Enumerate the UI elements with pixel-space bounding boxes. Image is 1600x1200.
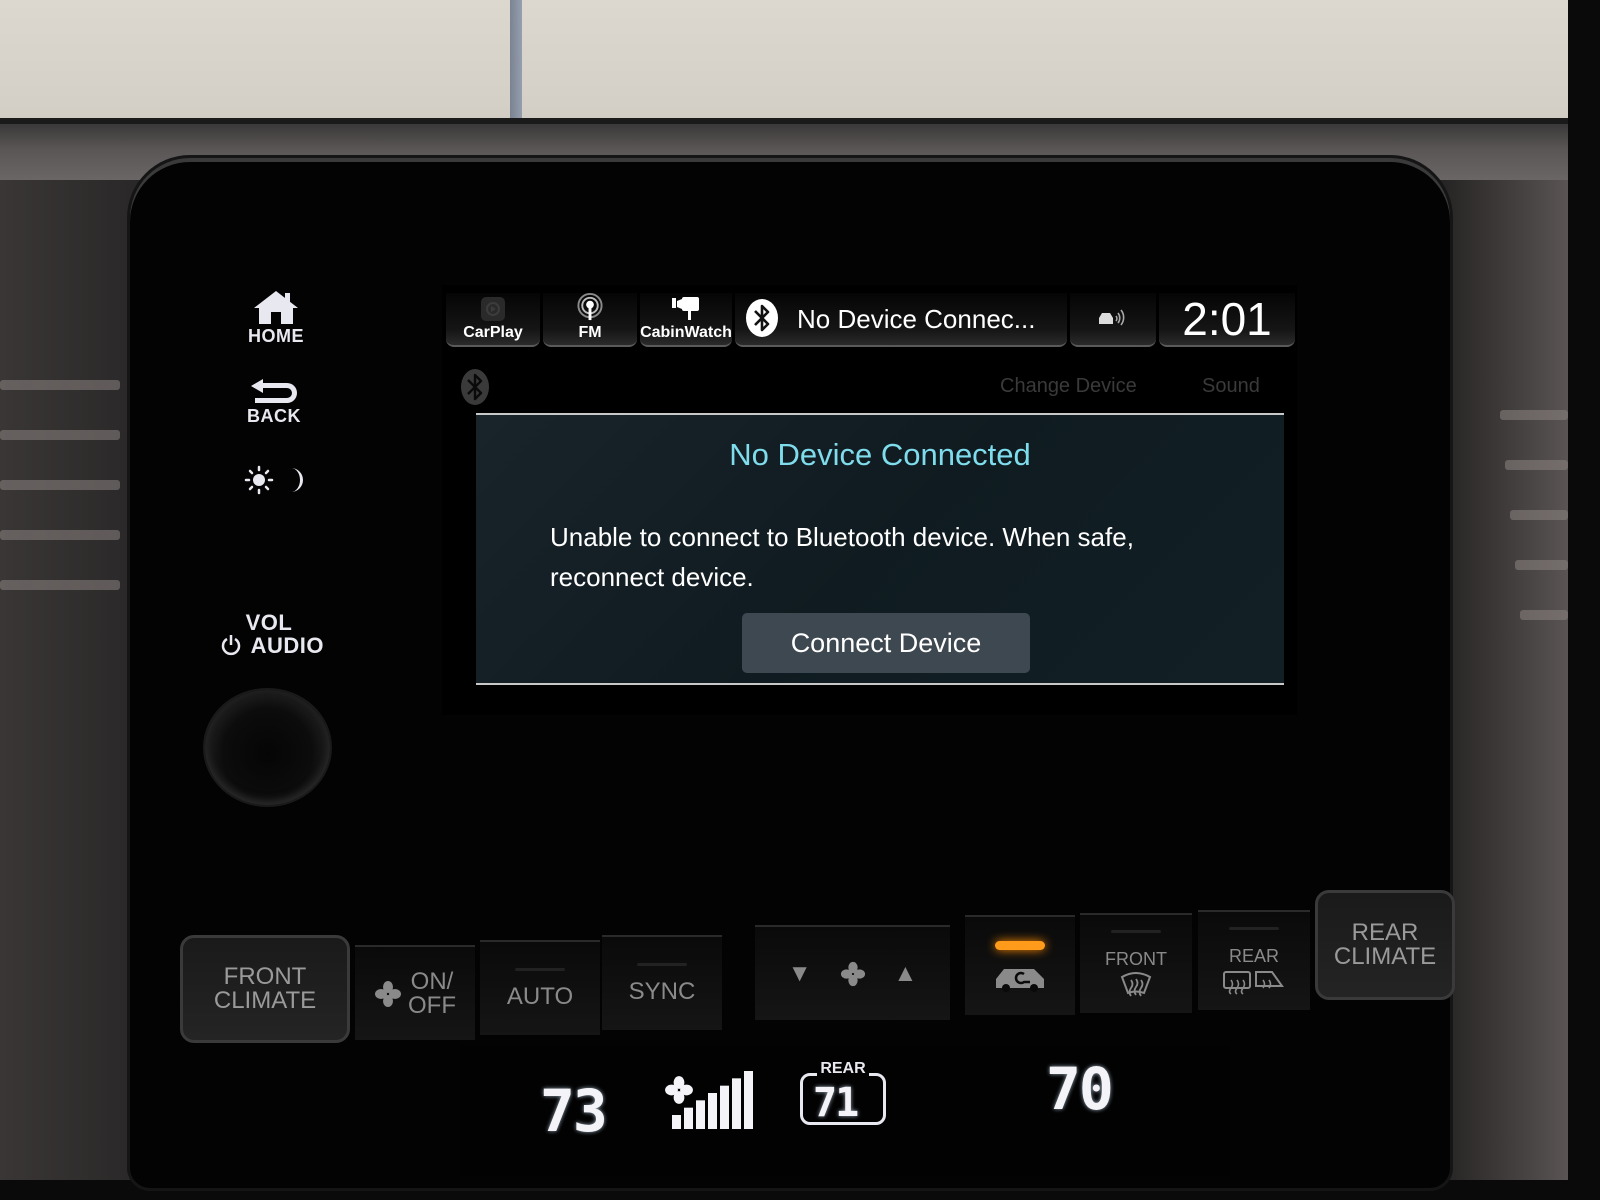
fan-speed-bar: [708, 1093, 717, 1129]
front-climate-line1: FRONT: [223, 963, 307, 990]
fan-icon: [840, 961, 865, 986]
carplay-icon: [481, 297, 505, 321]
source-fm-button[interactable]: FM: [543, 293, 637, 347]
rear-temperature-box: REAR 71: [800, 1060, 886, 1126]
front-defrost-icon: [1120, 971, 1152, 997]
front-climate-button[interactable]: FRONT CLIMATE: [180, 935, 350, 1043]
fan-icon: [375, 980, 401, 1007]
connect-device-button[interactable]: Connect Device: [742, 613, 1030, 673]
rear-defrost-label: REAR: [1228, 945, 1279, 966]
source-label: CabinWatch: [640, 324, 732, 341]
dialog-message: Unable to connect to Bluetooth device. W…: [550, 522, 1134, 592]
air-vent-slat: [0, 580, 120, 590]
status-bar: CarPlay FM CabinWatch No Device Connec..…: [446, 293, 1295, 349]
audio-status-button[interactable]: No Device Connec...: [735, 293, 1067, 347]
sound-button[interactable]: Sound: [1202, 375, 1260, 398]
air-vent-slat: [1505, 460, 1568, 470]
source-carplay-button[interactable]: CarPlay: [446, 293, 540, 347]
source-cabinwatch-button[interactable]: CabinWatch: [640, 293, 732, 347]
recirculation-button[interactable]: [965, 915, 1075, 1015]
recirculation-car-icon: [996, 968, 1044, 992]
driver-temperature: 73: [540, 1077, 608, 1145]
bluetooth-icon: [461, 369, 489, 405]
fan-speed-bar: [696, 1100, 705, 1129]
auto-label: AUTO: [506, 983, 574, 1010]
fan-speed-down-button[interactable]: ▼: [788, 961, 812, 986]
rear-temperature: 71: [813, 1080, 859, 1126]
volume-knob[interactable]: [205, 690, 330, 805]
power-icon: [222, 635, 241, 656]
front-climate-line2: CLIMATE: [213, 987, 317, 1014]
air-vent-slat: [0, 530, 120, 540]
air-vent-slat: [1500, 410, 1568, 420]
home-label: HOME: [248, 326, 304, 346]
auto-indicator: [515, 968, 565, 971]
air-vent-slat: [0, 430, 120, 440]
rear-defrost-icon: [1223, 970, 1284, 995]
infotainment-screen: CarPlay FM CabinWatch No Device Connec..…: [442, 285, 1297, 715]
fan-speed-bar: [732, 1078, 741, 1129]
no-device-dialog: No Device Connected Unable to connect to…: [476, 413, 1284, 685]
front-defrost-label: FRONT: [1105, 948, 1167, 969]
air-vent-slat: [0, 480, 120, 490]
day-night-button[interactable]: [240, 465, 308, 497]
fan-speed-bar: [672, 1115, 681, 1129]
front-defrost-button[interactable]: FRONT: [1080, 913, 1192, 1013]
air-vent-slat: [1510, 510, 1568, 520]
fan-speed-bar: [720, 1085, 729, 1129]
bluetooth-audio-subbar: Change Device Sound: [442, 363, 1297, 407]
fan-speed-bar: [684, 1107, 693, 1129]
sync-indicator: [637, 963, 687, 966]
auto-button[interactable]: AUTO: [480, 940, 600, 1035]
car-signal-icon: [1099, 309, 1125, 325]
sun-moon-icon: [244, 465, 303, 495]
back-label: BACK: [247, 406, 301, 426]
connectivity-status[interactable]: [1070, 293, 1156, 347]
vol-audio-label: VOL AUDIO: [214, 612, 324, 658]
dialog-title: No Device Connected: [729, 437, 1031, 472]
back-arrow-icon: [251, 379, 297, 403]
fan-on-off-line2: OFF: [408, 991, 456, 1019]
rear-climate-line2: CLIMATE: [1333, 943, 1437, 970]
climate-display: 73 REAR 71 70: [460, 1045, 1230, 1176]
rear-climate-line1: REAR: [1351, 919, 1419, 946]
audio-status-text: No Device Connec...: [797, 303, 1036, 334]
air-vent-slat: [1520, 610, 1568, 620]
fan-on-off-text: ON/ OFF: [408, 967, 456, 1019]
rear-label: REAR: [817, 1060, 869, 1078]
front-defrost-indicator: [1111, 929, 1161, 933]
change-device-button[interactable]: Change Device: [1000, 375, 1137, 398]
rear-defrost-button[interactable]: REAR: [1198, 910, 1310, 1010]
fan-speed-rocker: ▼ ▲: [755, 925, 950, 1020]
background-pillar: [510, 0, 522, 125]
audio-label-row: AUDIO: [214, 634, 324, 658]
clock[interactable]: 2:01: [1159, 293, 1295, 347]
fm-radio-icon: [577, 293, 603, 321]
climate-control-panel: FRONT CLIMATE ON/ OFF AUTO SYNC ▼ ▲ FRON…: [170, 890, 1460, 1045]
air-vent-slat: [0, 380, 120, 390]
sync-label: SYNC: [628, 978, 696, 1005]
air-vent-slat: [1515, 560, 1568, 570]
audio-label: AUDIO: [250, 633, 324, 658]
fan-speed-bar: [744, 1071, 753, 1129]
fan-on-off-button[interactable]: ON/ OFF: [355, 945, 475, 1040]
source-label: CarPlay: [463, 324, 523, 341]
back-button[interactable]: BACK: [240, 378, 308, 427]
rear-climate-button[interactable]: REAR CLIMATE: [1315, 890, 1455, 1000]
camera-icon: [672, 297, 699, 320]
home-button[interactable]: HOME: [240, 290, 312, 347]
fan-on-off-line1: ON/: [410, 967, 454, 995]
bluetooth-icon: [746, 299, 778, 337]
passenger-temperature: 70: [1046, 1055, 1114, 1123]
source-label: FM: [578, 324, 602, 341]
rear-defrost-indicator: [1229, 926, 1279, 930]
fan-speed-meter: [672, 1071, 753, 1129]
vol-label: VOL: [245, 610, 293, 635]
sync-button[interactable]: SYNC: [602, 935, 722, 1030]
home-icon: [254, 291, 298, 324]
fan-speed-up-button[interactable]: ▲: [894, 961, 918, 986]
recirculation-indicator: [995, 940, 1045, 950]
